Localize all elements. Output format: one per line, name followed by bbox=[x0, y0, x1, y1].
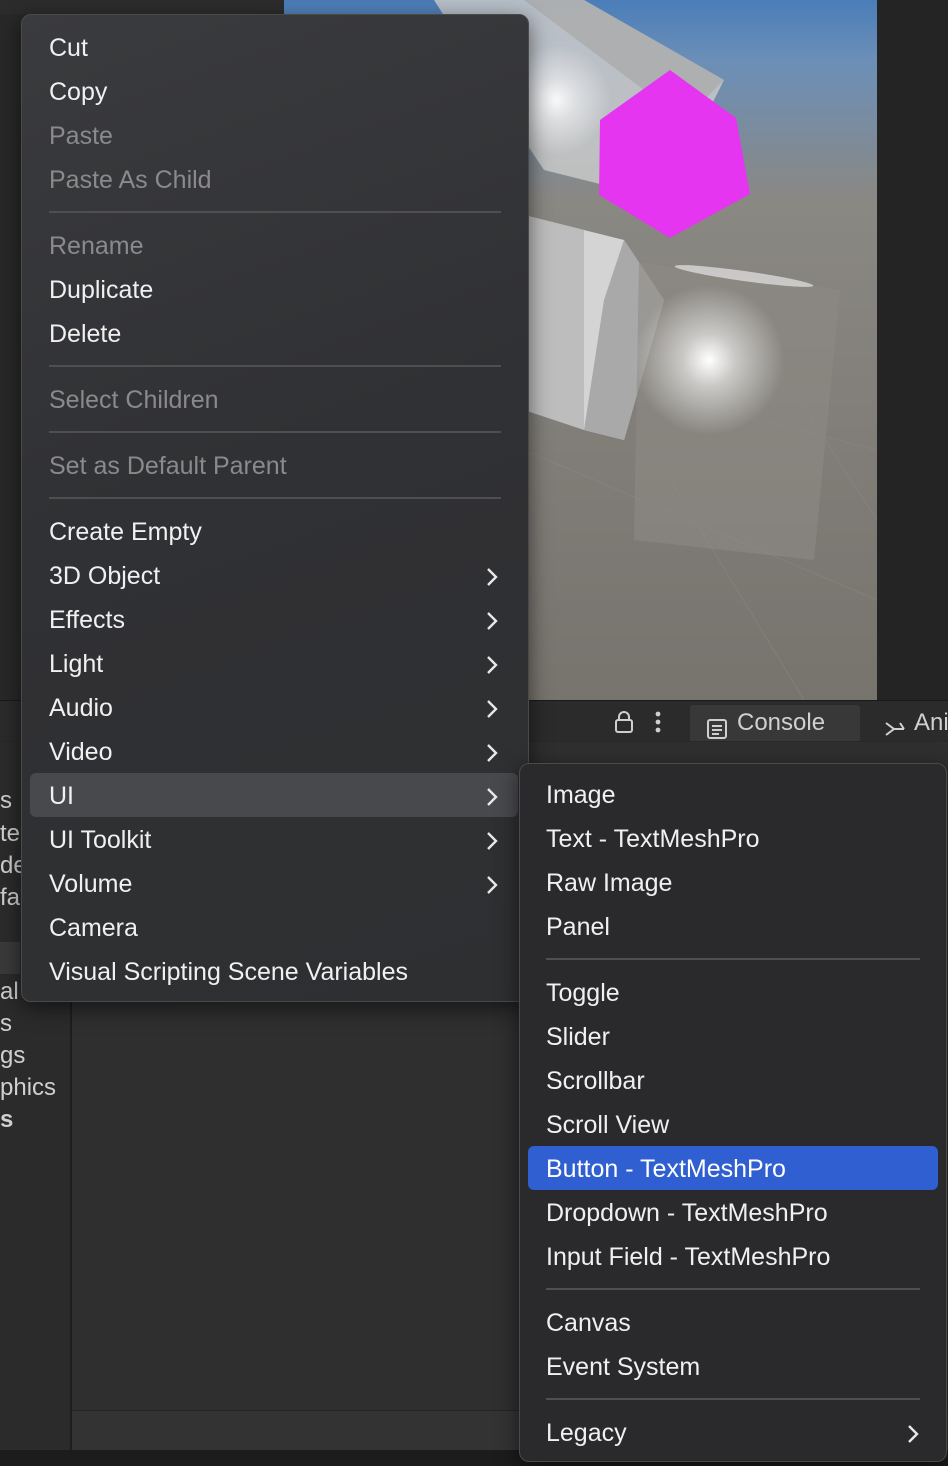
chevron-right-icon bbox=[485, 862, 499, 906]
tab-console-label: Console bbox=[737, 709, 826, 736]
chevron-right-icon bbox=[485, 686, 499, 730]
folder-fragment[interactable]: phics bbox=[0, 1074, 56, 1102]
folder-fragment[interactable]: al bbox=[0, 978, 19, 1006]
tab-console[interactable]: Console bbox=[690, 705, 860, 741]
kebab-menu-icon[interactable] bbox=[654, 711, 662, 738]
menu-separator bbox=[49, 497, 501, 499]
chevron-right-icon bbox=[485, 554, 499, 598]
chevron-right-icon bbox=[485, 730, 499, 774]
menu-separator bbox=[49, 211, 501, 213]
chevron-right-icon bbox=[485, 598, 499, 642]
hierarchy-context-menu: Cut Copy Paste Paste As Child Rename Dup… bbox=[21, 14, 529, 1002]
chevron-right-icon bbox=[906, 1411, 920, 1455]
ui-submenu: Image Text - TextMeshPro Raw Image Panel… bbox=[519, 763, 947, 1462]
inspector-edge bbox=[877, 0, 948, 700]
menu-item-ui[interactable]: UI bbox=[49, 774, 499, 818]
menu-separator bbox=[49, 431, 501, 433]
menu-item-audio[interactable]: Audio bbox=[49, 686, 499, 730]
menu-item-volume[interactable]: Volume bbox=[49, 862, 499, 906]
folder-fragment[interactable]: fa bbox=[0, 884, 20, 912]
chevron-right-icon bbox=[485, 818, 499, 862]
menu-separator bbox=[49, 365, 501, 367]
menu-item-effects[interactable]: Effects bbox=[49, 598, 499, 642]
folder-fragment[interactable]: s bbox=[0, 1010, 12, 1038]
menu-item-video[interactable]: Video bbox=[49, 730, 499, 774]
tab-animation[interactable]: Ani bbox=[866, 705, 948, 741]
menu-item-3d-object[interactable]: 3D Object bbox=[49, 554, 499, 598]
menu-item-light[interactable]: Light bbox=[49, 642, 499, 686]
lock-icon[interactable] bbox=[614, 711, 634, 738]
tab-animation-label: Ani bbox=[914, 709, 948, 736]
menu-item-ui-toolkit[interactable]: UI Toolkit bbox=[49, 818, 499, 862]
hierarchy-top-bar bbox=[0, 0, 284, 14]
menu-separator bbox=[546, 1288, 920, 1290]
menu-separator bbox=[546, 1398, 920, 1400]
folder-fragment[interactable]: s bbox=[0, 1106, 13, 1134]
chevron-right-icon bbox=[485, 774, 499, 818]
folder-fragment[interactable]: gs bbox=[0, 1042, 25, 1070]
submenu-item-legacy[interactable]: Legacy bbox=[546, 1411, 922, 1455]
menu-separator bbox=[546, 958, 920, 960]
selected-folder-strip bbox=[0, 942, 20, 974]
chevron-right-icon bbox=[485, 642, 499, 686]
folder-fragment[interactable]: s bbox=[0, 787, 12, 815]
